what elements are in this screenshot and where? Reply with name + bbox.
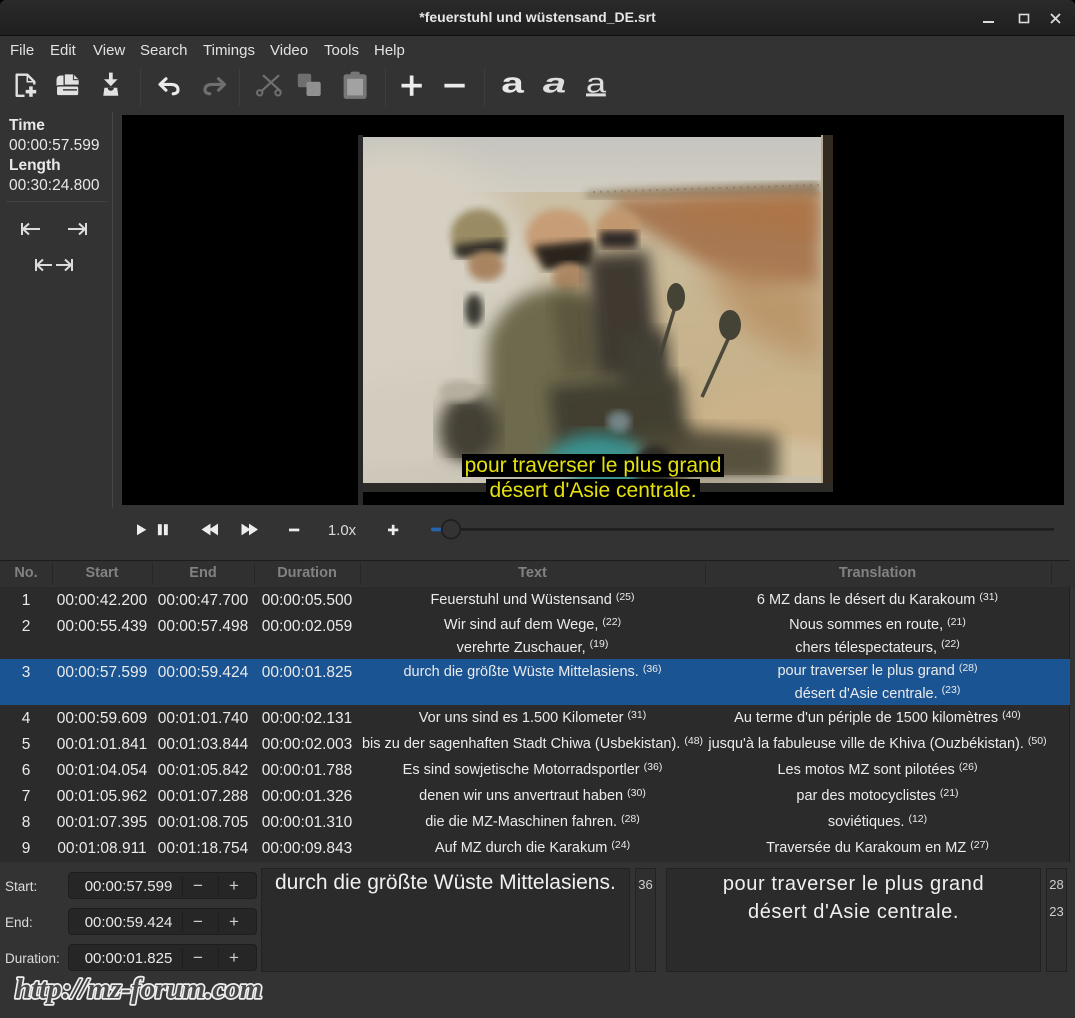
svg-text:1.0x: 1.0x — [328, 522, 357, 539]
svg-text:a: a — [501, 67, 524, 99]
svg-text:http://mz-forum.com: http://mz-forum.com — [15, 973, 262, 1005]
svg-text:a: a — [543, 67, 566, 98]
